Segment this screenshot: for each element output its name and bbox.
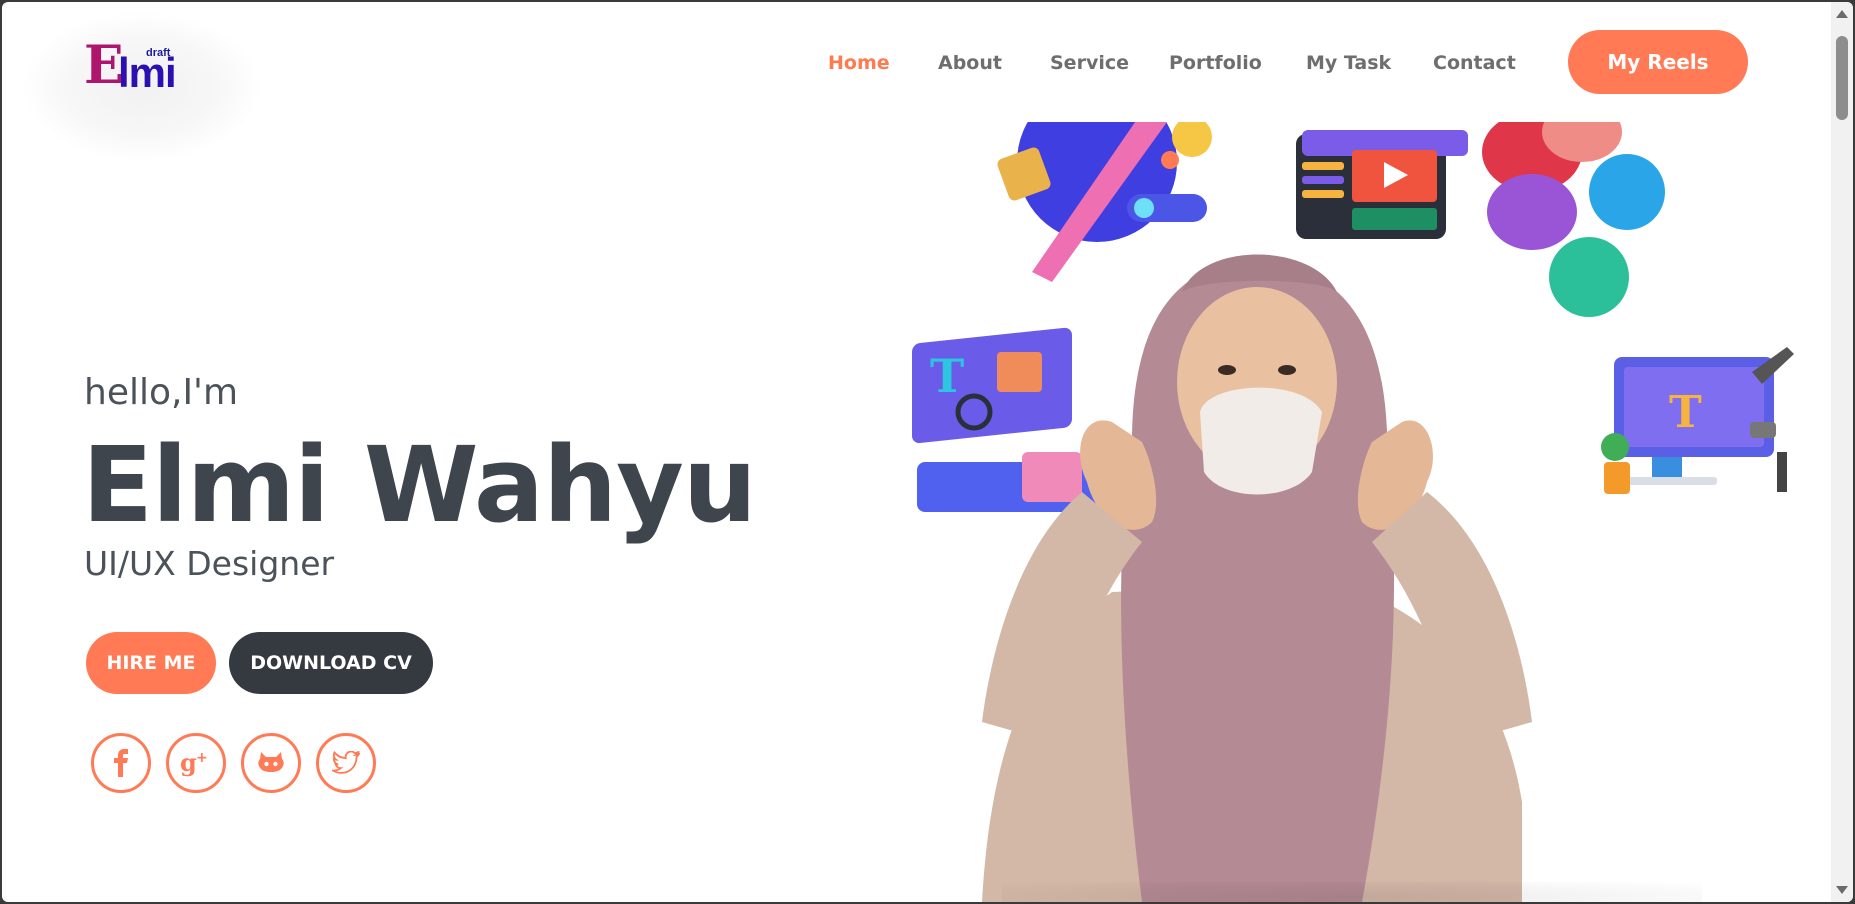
page-scrollbar[interactable] <box>1831 2 1853 902</box>
hero-illustration: T T <box>912 122 1794 902</box>
video-editor-3d-icon <box>1296 130 1468 239</box>
photo-shadow <box>1002 882 1702 902</box>
logo[interactable]: E lmi draft <box>84 38 204 98</box>
my-reels-button[interactable]: My Reels <box>1568 30 1748 94</box>
github-icon <box>258 752 284 772</box>
svg-text:T: T <box>1669 387 1702 438</box>
typography-3d-icon: T <box>912 327 1097 512</box>
figma-3d-icon <box>1482 122 1665 317</box>
scroll-up-icon[interactable] <box>1836 10 1848 18</box>
twitter-icon <box>332 751 360 774</box>
nav-contact[interactable]: Contact <box>1433 52 1516 74</box>
scroll-down-icon[interactable] <box>1836 886 1848 894</box>
hero-greeting: hello,I'm <box>84 372 239 413</box>
desktop-design-3d-icon: T <box>1601 347 1794 494</box>
svg-text:g: g <box>180 749 197 777</box>
browser-viewport: E lmi draft Home About Service Portfolio… <box>2 2 1853 902</box>
facebook-icon <box>114 749 128 777</box>
github-link[interactable] <box>241 733 301 793</box>
logo-tag: draft <box>146 47 171 59</box>
download-cv-button[interactable]: DOWNLOAD CV <box>229 632 433 694</box>
hero-name: Elmi Wahyu <box>82 424 757 546</box>
pen-tool-3d-icon <box>997 122 1212 282</box>
nav-my-task[interactable]: My Task <box>1306 52 1391 74</box>
twitter-link[interactable] <box>316 733 376 793</box>
svg-text:T: T <box>930 349 964 403</box>
nav-about[interactable]: About <box>938 52 1002 74</box>
nav-portfolio[interactable]: Portfolio <box>1169 52 1262 74</box>
facebook-link[interactable] <box>91 733 151 793</box>
hero-role: UI/UX Designer <box>84 544 335 583</box>
google-plus-link[interactable]: g + <box>166 733 226 793</box>
google-plus-icon: g + <box>180 749 208 777</box>
scroll-thumb[interactable] <box>1836 36 1848 120</box>
nav-service[interactable]: Service <box>1050 52 1129 74</box>
hire-me-button[interactable]: HIRE ME <box>86 632 216 694</box>
nav-home[interactable]: Home <box>828 52 890 74</box>
svg-text:+: + <box>196 750 208 766</box>
